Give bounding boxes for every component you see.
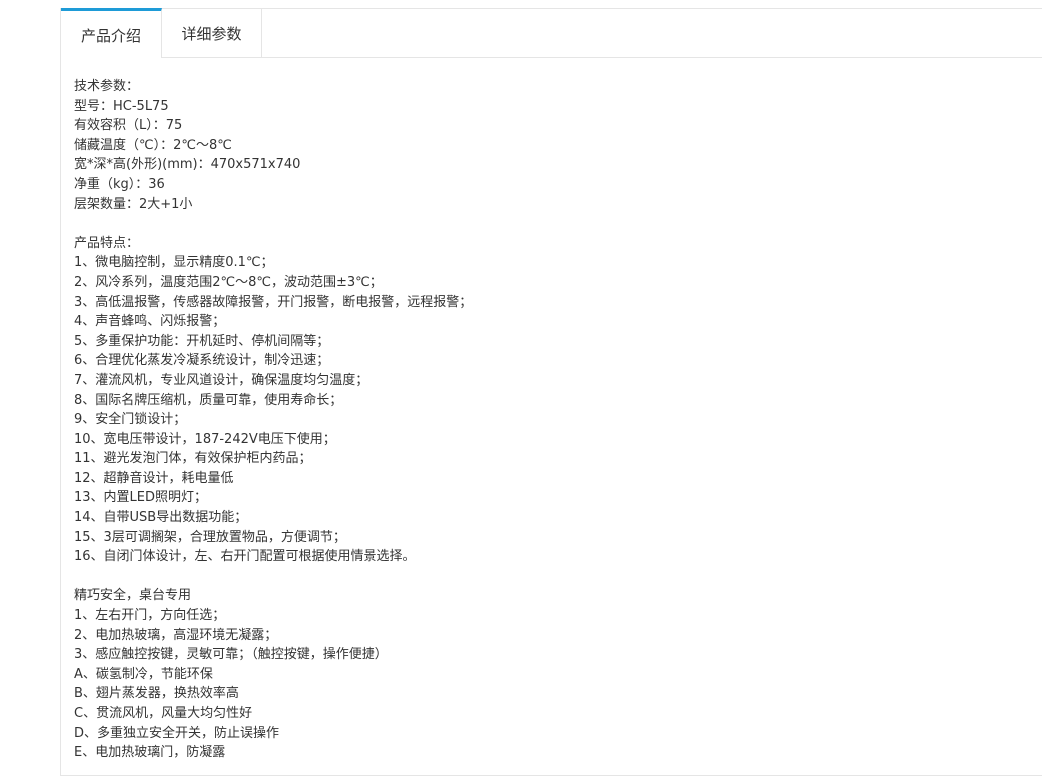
feature-line: 14、自带USB导出数据功能；: [74, 510, 248, 526]
spec-line: 储藏温度（℃）：2℃～8℃: [74, 137, 232, 153]
safety-line: B、翅片蒸发器，换热效率高: [74, 686, 239, 702]
feature-line: 1、微电脑控制，显示精度0.1℃；: [74, 255, 274, 271]
spec-line: 型号：HC-5L75: [74, 98, 169, 114]
safety-line: 1、左右开门，方向任选；: [74, 608, 226, 624]
tab-detailed-params[interactable]: 详细参数: [162, 9, 262, 58]
spec-line: 净重（kg）：36: [74, 176, 165, 192]
feature-line: 3、高低温报警，传感器故障报警，开门报警，断电报警，远程报警；: [74, 294, 473, 310]
safety-line: 3、感应触控按键，灵敏可靠；（触控按键，操作便捷）: [74, 647, 388, 663]
tab-detailed-params-label: 详细参数: [181, 25, 242, 43]
feature-line: 10、宽电压带设计，187-242V电压下使用；: [74, 431, 336, 447]
feature-line: 13、内置LED照明灯；: [74, 490, 208, 506]
specs-heading: 技术参数：: [74, 79, 140, 94]
product-description: 技术参数： 型号：HC-5L75 有效容积（L）：75 储藏温度（℃）：2℃～8℃ 宽…: [74, 77, 472, 763]
feature-line: 11、避光发泡门体，有效保护柜内药品；: [74, 451, 312, 467]
feature-line: 2、风冷系列，温度范围2℃～8℃，波动范围±3℃；: [74, 274, 383, 290]
safety-heading: 精巧安全，桌台专用: [74, 588, 192, 604]
safety-line: A、碳氢制冷，节能环保: [74, 666, 213, 682]
spec-line: 层架数量：2大+1小: [74, 196, 193, 212]
tab-product-intro[interactable]: 产品介绍: [61, 8, 162, 58]
features-list: 1、微电脑控制，显示精度0.1℃； 2、风冷系列，温度范围2℃～8℃，波动范围±3…: [74, 253, 472, 567]
specs-list: 型号：HC-5L75 有效容积（L）：75 储藏温度（℃）：2℃～8℃ 宽*深*高(外…: [74, 97, 472, 215]
feature-line: 9、安全门锁设计；: [74, 412, 187, 428]
feature-line: 5、多重保护功能：开机延时、停机间隔等；: [74, 333, 330, 349]
feature-line: 6、合理优化蒸发冷凝系统设计，制冷迅速；: [74, 353, 330, 369]
product-tab-panel: 产品介绍 详细参数 技术参数： 型号：HC-5L75 有效容积（L）：75 储藏温度…: [60, 8, 1042, 776]
tab-bar: 产品介绍 详细参数: [61, 8, 1042, 58]
tab-product-intro-label: 产品介绍: [80, 26, 141, 45]
spec-line: 宽*深*高(外形)(mm)：470x571x740: [74, 157, 301, 173]
features-heading: 产品特点：: [74, 235, 140, 251]
feature-line: 15、3层可调搁架，合理放置物品，方便调节；: [74, 529, 346, 545]
feature-line: 4、声音蜂鸣、闪烁报警；: [74, 314, 226, 330]
safety-line: E、电加热玻璃门，防凝露: [74, 745, 226, 761]
safety-line: C、贯流风机，风量大均匀性好: [74, 706, 253, 721]
safety-line: D、多重独立安全开关，防止误操作: [74, 725, 280, 741]
safety-list: 1、左右开门，方向任选； 2、电加热玻璃，高湿环境无凝露； 3、感应触控按键，灵敏可…: [74, 606, 472, 763]
safety-line: 2、电加热玻璃，高湿环境无凝露；: [74, 627, 278, 643]
feature-line: 16、自闭门体设计，左、右开门配置可根据使用情景选择。: [74, 549, 416, 565]
feature-line: 7、灌流风机，专业风道设计，确保温度均匀温度；: [74, 372, 369, 388]
spec-line: 有效容积（L）：75: [74, 118, 183, 134]
feature-line: 12、超静音设计，耗电量低: [74, 470, 234, 486]
feature-line: 8、国际名牌压缩机，质量可靠，使用寿命长；: [74, 392, 343, 408]
